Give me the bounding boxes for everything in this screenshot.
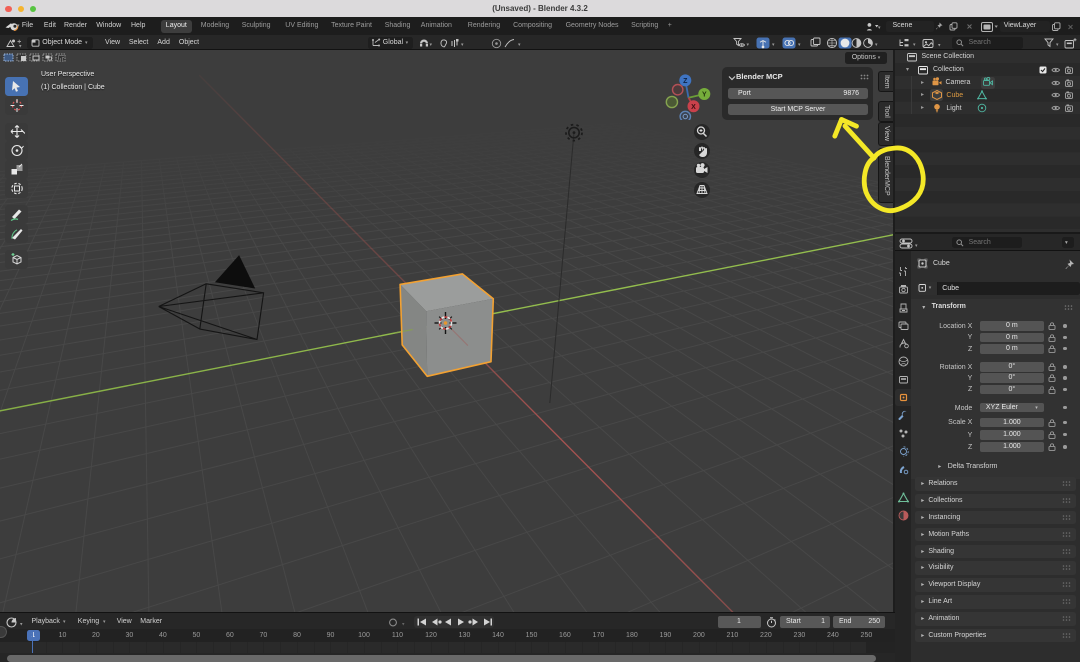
svg-text:▾: ▾: [913, 42, 916, 48]
svg-text:▾: ▾: [461, 42, 464, 48]
svg-text:▾: ▾: [747, 42, 750, 48]
svg-text:Z: Z: [683, 78, 688, 85]
svg-text:▾: ▾: [518, 42, 521, 48]
svg-text:▾: ▾: [1056, 42, 1059, 48]
svg-text:▾: ▾: [798, 42, 801, 48]
svg-text:▾: ▾: [875, 42, 878, 48]
svg-text:▾: ▾: [430, 42, 433, 48]
svg-text:▾: ▾: [938, 42, 941, 48]
svg-text:▾: ▾: [915, 243, 918, 249]
svg-text:X: X: [691, 104, 696, 111]
svg-text:▾: ▾: [19, 44, 22, 49]
svg-text:Y: Y: [702, 92, 707, 99]
svg-text:▾: ▾: [20, 621, 23, 627]
svg-text:▾: ▾: [772, 42, 775, 48]
svg-text:▾: ▾: [402, 621, 405, 627]
svg-text:▾: ▾: [878, 25, 881, 31]
